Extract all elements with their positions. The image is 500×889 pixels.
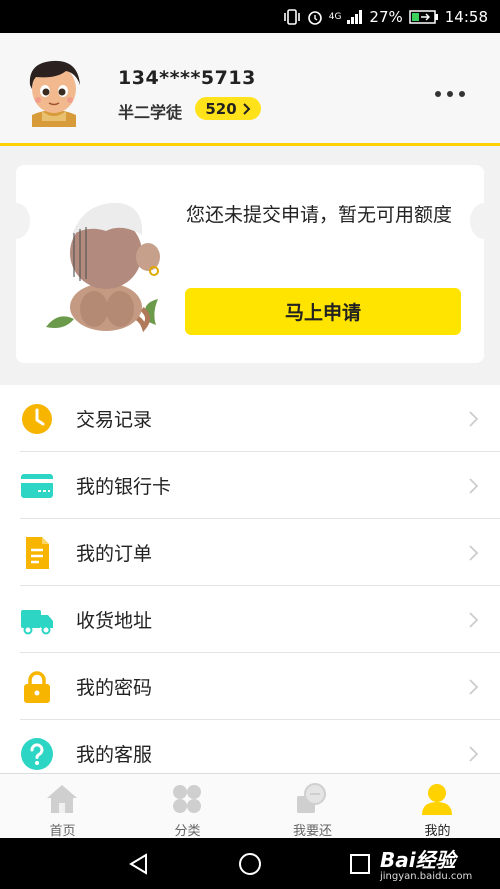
tab-label: 我的 — [424, 824, 451, 839]
card-notch-left — [2, 203, 30, 239]
no-credit-message: 您还未提交申请，暂无可用额度 — [186, 204, 453, 226]
menu-item-label: 交易记录 — [76, 409, 153, 431]
user-icon — [422, 784, 452, 815]
lock-icon — [24, 671, 50, 703]
points-value: 520 — [205, 99, 237, 118]
home-button-icon[interactable] — [238, 852, 262, 876]
tab-category[interactable]: 分类 — [125, 774, 250, 839]
menu-item-bank-cards[interactable]: 我的银行卡 — [0, 452, 500, 519]
signal-icon — [347, 9, 363, 24]
back-icon[interactable] — [128, 853, 150, 875]
alarm-icon — [307, 10, 322, 25]
menu-item-password[interactable]: 我的密码 — [0, 653, 500, 720]
document-icon — [26, 537, 49, 569]
menu-item-label: 我的银行卡 — [76, 476, 172, 498]
menu-item-transactions[interactable]: 交易记录 — [0, 385, 500, 452]
bottom-tab-bar: 首页 分类 我要还 我的 — [0, 773, 500, 839]
chevron-right-icon — [469, 411, 479, 427]
watermark-brand: Bai经验 — [380, 848, 456, 872]
menu-list: 交易记录 我的银行卡 我的订单 收货地址 我的密码 我的客服 — [0, 385, 500, 773]
menu-item-addresses[interactable]: 收货地址 — [0, 586, 500, 653]
chevron-right-icon — [469, 612, 479, 628]
menu-item-label: 我的密码 — [76, 677, 153, 699]
chevron-right-icon — [469, 478, 479, 494]
monkey-illustration — [46, 202, 160, 333]
menu-item-orders[interactable]: 我的订单 — [0, 519, 500, 586]
menu-item-label: 我的客服 — [76, 744, 153, 766]
tab-repay[interactable]: 我要还 — [250, 774, 375, 839]
menu-item-label: 收货地址 — [76, 610, 153, 632]
network-type: 4G — [328, 11, 342, 22]
status-bar: 4G 27% 14:58 — [0, 0, 500, 33]
truck-icon — [21, 610, 53, 635]
question-icon — [21, 738, 53, 770]
profile-header: 134****5713 半二学徒 520 — [0, 33, 500, 146]
avatar[interactable] — [22, 55, 86, 127]
tab-home[interactable]: 首页 — [0, 774, 125, 839]
category-icon — [173, 785, 201, 813]
battery-icon — [409, 9, 438, 24]
points-badge[interactable]: 520 — [195, 97, 261, 120]
watermark-url: jingyan.baidu.com — [380, 871, 473, 882]
tab-label: 我要还 — [292, 824, 332, 839]
more-options-button[interactable] — [428, 85, 472, 103]
vibrate-icon — [283, 8, 300, 25]
home-icon — [47, 785, 77, 813]
nickname: 半二学徒 — [118, 103, 183, 122]
chevron-right-icon — [469, 545, 479, 561]
chevron-right-icon — [469, 679, 479, 695]
clock-icon — [22, 404, 52, 434]
tab-mine[interactable]: 我的 — [375, 774, 500, 839]
bank-card-icon — [21, 474, 53, 498]
tab-label: 分类 — [174, 824, 201, 839]
apply-now-button[interactable]: 马上申请 — [185, 288, 461, 335]
credit-card: 您还未提交申请，暂无可用额度 马上申请 — [2, 165, 498, 363]
recent-apps-icon[interactable] — [350, 854, 370, 874]
clock-time: 14:58 — [444, 7, 488, 26]
chevron-right-icon — [242, 102, 251, 115]
phone-number: 134****5713 — [118, 67, 256, 89]
repay-icon — [297, 783, 326, 813]
battery-percent: 27% — [369, 7, 403, 26]
chevron-right-icon — [469, 746, 479, 762]
card-notch-right — [470, 203, 498, 239]
menu-item-label: 我的订单 — [76, 543, 153, 565]
menu-item-customer-service[interactable]: 我的客服 — [0, 720, 500, 773]
tab-label: 首页 — [49, 824, 76, 839]
